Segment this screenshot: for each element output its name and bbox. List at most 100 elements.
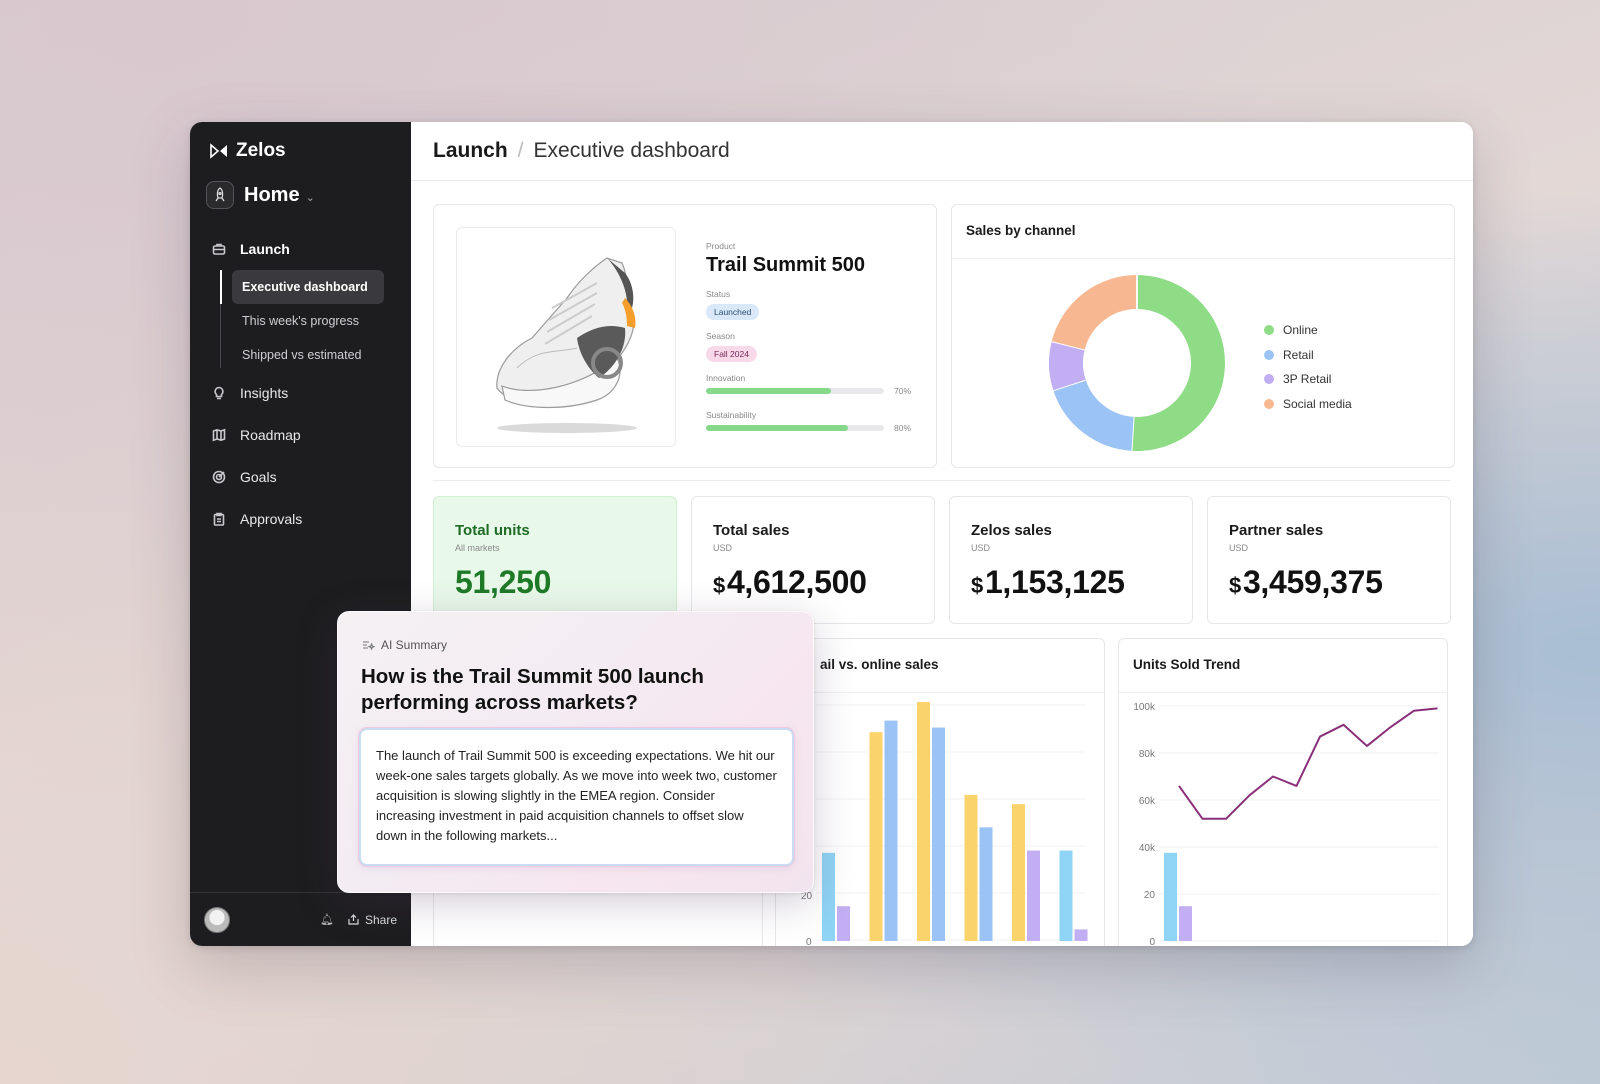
sidebar-item-roadmap[interactable]: Roadmap bbox=[190, 414, 411, 456]
bar[interactable] bbox=[1074, 929, 1088, 941]
sidebar-footer: 🔔︎ Share bbox=[190, 892, 411, 946]
legend-item: Online bbox=[1264, 318, 1352, 343]
bar[interactable] bbox=[869, 732, 883, 941]
bar[interactable] bbox=[837, 906, 850, 941]
legend-item: Retail bbox=[1264, 343, 1352, 368]
retail-vs-online-card: ail vs. online sales 20 0 bbox=[775, 638, 1105, 946]
zelos-logo-icon bbox=[210, 143, 227, 159]
product-label: Product bbox=[706, 241, 736, 251]
y-tick-label: 0 bbox=[806, 937, 812, 946]
sidebar-item-approvals[interactable]: Approvals bbox=[190, 498, 411, 540]
bar[interactable] bbox=[1059, 850, 1073, 941]
product-image bbox=[456, 227, 676, 447]
stat-value: $3,459,375 bbox=[1229, 564, 1383, 601]
subnav-executive-dashboard[interactable]: Executive dashboard bbox=[220, 270, 384, 304]
currency-symbol: $ bbox=[971, 573, 983, 598]
sparkle-icon bbox=[363, 640, 375, 650]
currency-symbol: $ bbox=[713, 573, 725, 598]
breadcrumb-separator: / bbox=[517, 139, 524, 162]
share-button[interactable]: Share bbox=[348, 913, 397, 927]
bar[interactable] bbox=[979, 827, 993, 941]
y-tick-label: 40k bbox=[1139, 843, 1156, 854]
sidebar-item-goals[interactable]: Goals bbox=[190, 456, 411, 498]
bar[interactable] bbox=[884, 720, 898, 941]
y-tick-label: 100k bbox=[1133, 702, 1156, 713]
stat-zelos-sales: Zelos sales USD $1,153,125 bbox=[949, 496, 1193, 624]
subnav-this-weeks-progress[interactable]: This week's progress bbox=[232, 304, 384, 338]
launch-subnav: Executive dashboard This week's progress… bbox=[220, 270, 411, 372]
product-card: Product Trail Summit 500 Status Launched… bbox=[433, 204, 937, 468]
stat-number: 51,250 bbox=[455, 564, 552, 600]
line-chart: 100k 80k 60k 40k 20 0 bbox=[1133, 702, 1439, 946]
workspace-switcher[interactable]: Home ⌄ bbox=[206, 181, 315, 209]
sidebar-item-launch[interactable]: Launch bbox=[190, 228, 411, 270]
legend-swatch bbox=[1264, 349, 1274, 360]
subnav-shipped-vs-estimated[interactable]: Shipped vs estimated bbox=[232, 338, 384, 372]
ai-answer[interactable]: The launch of Trail Summit 500 is exceed… bbox=[361, 730, 792, 864]
sustainability-percent: 80% bbox=[894, 423, 912, 433]
ai-summary-label: AI Summary bbox=[381, 638, 448, 652]
bell-icon[interactable]: 🔔︎ bbox=[320, 913, 334, 926]
card-title: Units Sold Trend bbox=[1133, 657, 1241, 672]
donut-slice-online[interactable] bbox=[1131, 275, 1225, 451]
stat-subtitle: All markets bbox=[455, 543, 500, 553]
bar[interactable] bbox=[917, 702, 930, 941]
target-icon bbox=[212, 470, 226, 484]
bar[interactable] bbox=[1027, 850, 1040, 941]
breadcrumb: Launch / Executive dashboard bbox=[411, 122, 1473, 181]
card-title: Sales by channel bbox=[966, 223, 1076, 238]
sidebar-nav: Launch Executive dashboard This week's p… bbox=[190, 228, 411, 540]
brand-name: Zelos bbox=[236, 140, 286, 161]
donut-slice-social-media[interactable] bbox=[1051, 275, 1138, 351]
legend-item: Social media bbox=[1264, 392, 1352, 417]
legend-swatch bbox=[1264, 325, 1274, 336]
ai-question: How is the Trail Summit 500 launch perfo… bbox=[361, 665, 704, 714]
stat-number: 4,612,500 bbox=[726, 564, 867, 600]
y-tick-label: 20 bbox=[1144, 890, 1156, 901]
bar-chart: 200 bbox=[801, 702, 1088, 946]
season-badge: Fall 2024 bbox=[706, 346, 757, 362]
donut-slice-retail[interactable] bbox=[1053, 379, 1135, 451]
stat-subtitle: USD bbox=[1229, 543, 1249, 553]
ai-summary-panel: AI Summary How is the Trail Summit 500 l… bbox=[337, 611, 814, 893]
bar[interactable] bbox=[932, 727, 945, 941]
bar[interactable] bbox=[822, 852, 835, 941]
clipboard-icon bbox=[213, 512, 225, 526]
innovation-label: Innovation bbox=[706, 373, 746, 383]
sidebar-item-label: Launch bbox=[240, 241, 290, 257]
stat-total-sales: Total sales USD $4,612,500 bbox=[691, 496, 935, 624]
bar[interactable] bbox=[964, 794, 978, 941]
trend-line[interactable] bbox=[1178, 707, 1438, 820]
y-tick-label: 60k bbox=[1139, 796, 1156, 807]
sidebar-item-label: Goals bbox=[240, 469, 277, 485]
briefcase-icon bbox=[212, 243, 226, 255]
bar[interactable] bbox=[1164, 852, 1177, 941]
sidebar-item-label: Roadmap bbox=[240, 427, 301, 443]
map-icon bbox=[212, 428, 226, 442]
stat-value: 51,250 bbox=[455, 564, 551, 601]
innovation-percent: 70% bbox=[894, 386, 912, 396]
chevron-down-icon: ⌄ bbox=[305, 191, 315, 204]
stat-value: $4,612,500 bbox=[713, 564, 867, 601]
rocket-icon bbox=[206, 181, 234, 209]
units-sold-trend-card: Units Sold Trend 100k 80k 60k 40k 20 0 bbox=[1118, 638, 1448, 946]
stat-title: Total sales bbox=[713, 522, 790, 539]
bar[interactable] bbox=[1012, 804, 1025, 941]
sidebar-item-label: Approvals bbox=[240, 511, 303, 527]
stat-total-units: Total units All markets 51,250 bbox=[433, 496, 677, 624]
stat-value: $1,153,125 bbox=[971, 564, 1125, 601]
brand[interactable]: Zelos bbox=[210, 140, 286, 162]
legend-label: Retail bbox=[1283, 347, 1314, 362]
stat-number: 3,459,375 bbox=[1242, 564, 1383, 600]
avatar[interactable] bbox=[204, 906, 230, 933]
sidebar-item-insights[interactable]: Insights bbox=[190, 372, 411, 414]
share-icon bbox=[348, 914, 359, 925]
sales-by-channel-card: Sales by channel Online Retail 3P Retail So… bbox=[951, 204, 1455, 468]
bar[interactable] bbox=[1179, 906, 1192, 941]
chart-legend: Online Retail 3P Retail Social media bbox=[1264, 318, 1352, 416]
sustainability-progress bbox=[706, 425, 884, 431]
breadcrumb-section[interactable]: Launch bbox=[433, 139, 508, 163]
donut-slice-3p-retail[interactable] bbox=[1049, 341, 1086, 391]
legend-label: Social media bbox=[1283, 396, 1352, 411]
donut-chart bbox=[1049, 275, 1225, 451]
